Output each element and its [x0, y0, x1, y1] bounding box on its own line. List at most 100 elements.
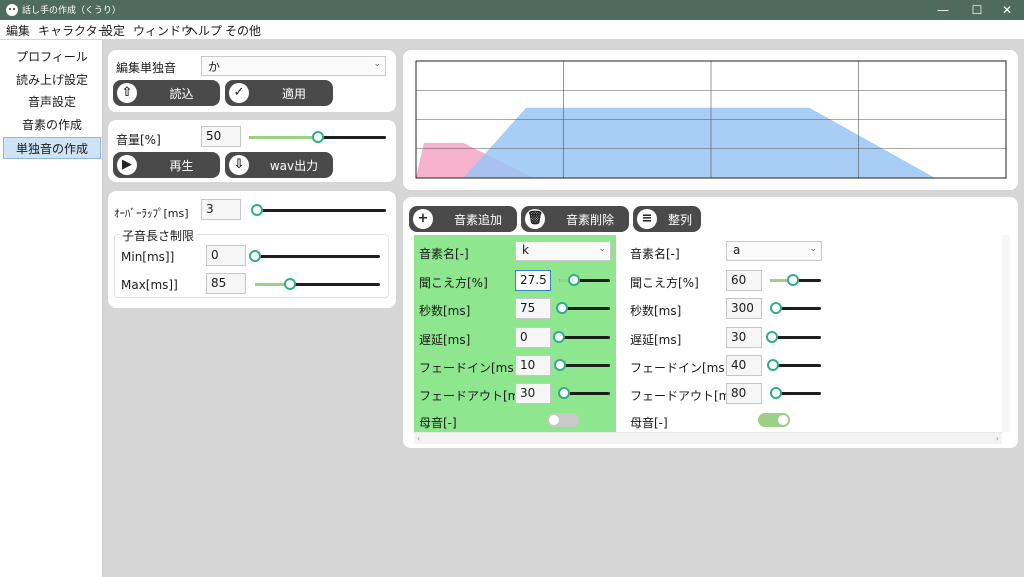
chevron-down-icon: ⌄	[373, 59, 381, 69]
seconds-slider[interactable]	[555, 301, 610, 315]
menu-other[interactable]: その他	[225, 22, 261, 39]
wav-export-button[interactable]: ⇩ wav出力	[225, 152, 333, 178]
play-button[interactable]: ▶ 再生	[113, 152, 220, 178]
plus-icon: +	[413, 209, 433, 229]
scroll-left-icon[interactable]: ‹	[417, 433, 420, 444]
menu-character[interactable]: キャラクター	[38, 22, 110, 39]
overlap-label: ｵｰﾊﾞｰﾗｯﾌﾟ[ms]	[114, 207, 189, 220]
play-button-label: 再生	[169, 159, 194, 173]
sidebar-item-phoneme-creation[interactable]: 音素の作成	[3, 114, 101, 136]
phoneme-name-select[interactable]: k ⌄	[515, 241, 611, 261]
audibility-slider-thumb[interactable]	[786, 274, 799, 286]
delay-input[interactable]: 0	[515, 327, 551, 348]
menu-help[interactable]: ヘルプ	[186, 22, 222, 39]
vowel-toggle[interactable]	[758, 413, 790, 427]
arrange-button[interactable]: ≡ 整列	[633, 206, 701, 232]
fadein-slider-thumb[interactable]	[766, 359, 779, 371]
phoneme-name-value: a	[733, 243, 741, 257]
fadein-slider[interactable]	[554, 358, 610, 372]
scroll-right-icon[interactable]: ›	[996, 433, 999, 444]
audibility-slider[interactable]	[559, 273, 610, 287]
vertical-scrollbar[interactable]	[1002, 235, 1010, 432]
close-button[interactable]: ✕	[990, 0, 1024, 20]
phoneme-editor-panel: + 音素追加 🗑 音素削除 ≡ 整列 音素名[-] k ⌄ 聞こえ方[%] 27…	[403, 197, 1018, 448]
title-bar: 話し手の作成（くうり） — ☐ ✕	[0, 0, 1024, 20]
window-title: 話し手の作成（くうり）	[22, 6, 121, 16]
audibility-label: 聞こえ方[%]	[630, 276, 699, 290]
fadein-input[interactable]: 10	[515, 355, 551, 376]
volume-slider-thumb[interactable]	[311, 131, 324, 143]
add-phoneme-button[interactable]: + 音素追加	[409, 206, 517, 232]
menu-window[interactable]: ウィンドウ	[133, 22, 193, 39]
seconds-input[interactable]: 300	[726, 298, 762, 319]
load-button-label: 読込	[169, 87, 194, 101]
max-label: Max[ms]]	[121, 278, 178, 292]
overlap-panel: ｵｰﾊﾞｰﾗｯﾌﾟ[ms] 3 子音長さ制限 Min[ms]] 0 Max[ms…	[108, 191, 396, 308]
seconds-input[interactable]: 75	[515, 298, 551, 319]
fadeout-input[interactable]: 80	[726, 383, 762, 404]
vowel-label: 母音[-]	[630, 416, 668, 430]
delay-slider-thumb[interactable]	[553, 331, 565, 343]
sidebar-item-voice-settings[interactable]: 音声設定	[3, 91, 101, 113]
minimize-button[interactable]: —	[926, 0, 960, 20]
seconds-slider-thumb[interactable]	[770, 302, 783, 314]
menu-bar: 編集 キャラクター 設定 ウィンドウ ヘルプ その他	[0, 20, 1024, 39]
edit-panel: 編集単独音 か ⌄ ⇧ 読込 ✓ 適用	[108, 50, 396, 112]
volume-slider[interactable]	[249, 130, 386, 144]
fadeout-input[interactable]: 30	[515, 383, 551, 404]
chevron-down-icon: ⌄	[809, 244, 817, 254]
sidebar-item-profile[interactable]: プロフィール	[3, 46, 101, 68]
max-slider[interactable]	[255, 277, 380, 291]
delay-input[interactable]: 30	[726, 327, 762, 348]
menu-edit[interactable]: 編集	[6, 22, 30, 39]
min-slider[interactable]	[249, 249, 380, 263]
seconds-slider-thumb[interactable]	[555, 302, 568, 314]
apply-button[interactable]: ✓ 適用	[225, 80, 333, 106]
volume-input[interactable]: 50	[201, 126, 241, 147]
audibility-slider-thumb[interactable]	[568, 274, 581, 286]
fadeout-slider-thumb[interactable]	[558, 387, 571, 399]
fadein-slider-thumb[interactable]	[554, 359, 567, 371]
min-slider-thumb[interactable]	[249, 250, 261, 262]
delay-label: 遅延[ms]	[630, 333, 682, 347]
fadeout-slider[interactable]	[769, 386, 821, 400]
min-label: Min[ms]]	[121, 250, 175, 264]
phoneme-name-value: k	[522, 243, 529, 257]
sidebar-item-reading-settings[interactable]: 読み上げ設定	[3, 69, 101, 91]
max-input[interactable]: 85	[206, 273, 246, 294]
audibility-input[interactable]: 27.5	[515, 270, 551, 291]
overlap-slider[interactable]	[250, 203, 386, 217]
load-button[interactable]: ⇧ 読込	[113, 80, 220, 106]
audibility-slider[interactable]	[770, 273, 821, 287]
sidebar-item-single-sound-creation[interactable]: 単独音の作成	[3, 137, 101, 159]
delete-phoneme-button-label: 音素削除	[565, 213, 614, 227]
delay-slider[interactable]	[553, 330, 610, 344]
overlap-slider-thumb[interactable]	[250, 204, 263, 216]
phoneme-name-select[interactable]: a ⌄	[726, 241, 822, 261]
delete-phoneme-button[interactable]: 🗑 音素削除	[521, 206, 629, 232]
vowel-toggle[interactable]	[547, 413, 579, 427]
seconds-label: 秒数[ms]	[630, 304, 682, 318]
fadeout-slider[interactable]	[558, 386, 610, 400]
audibility-input[interactable]: 60	[726, 270, 762, 291]
arrange-icon: ≡	[637, 209, 657, 229]
consonant-limit-title: 子音長さ制限	[120, 227, 197, 244]
horizontal-scrollbar[interactable]: ‹ ›	[414, 432, 1002, 444]
seconds-slider[interactable]	[770, 301, 821, 315]
maximize-button[interactable]: ☐	[960, 0, 994, 20]
seconds-label: 秒数[ms]	[419, 304, 471, 318]
fadein-input[interactable]: 40	[726, 355, 762, 376]
delay-slider-thumb[interactable]	[766, 331, 779, 343]
edit-sound-select[interactable]: か ⌄	[201, 56, 386, 76]
chevron-down-icon: ⌄	[598, 244, 606, 254]
fadeout-slider-thumb[interactable]	[769, 387, 782, 399]
fadein-label: フェードイン[ms]	[630, 361, 730, 375]
delay-slider[interactable]	[766, 330, 821, 344]
phoneme-name-label: 音素名[-]	[630, 247, 680, 261]
fadein-slider[interactable]	[766, 358, 821, 372]
overlap-input[interactable]: 3	[201, 199, 241, 220]
max-slider-thumb[interactable]	[284, 278, 297, 290]
menu-settings[interactable]: 設定	[101, 22, 125, 39]
min-input[interactable]: 0	[206, 245, 246, 266]
trash-icon: 🗑	[525, 209, 545, 229]
